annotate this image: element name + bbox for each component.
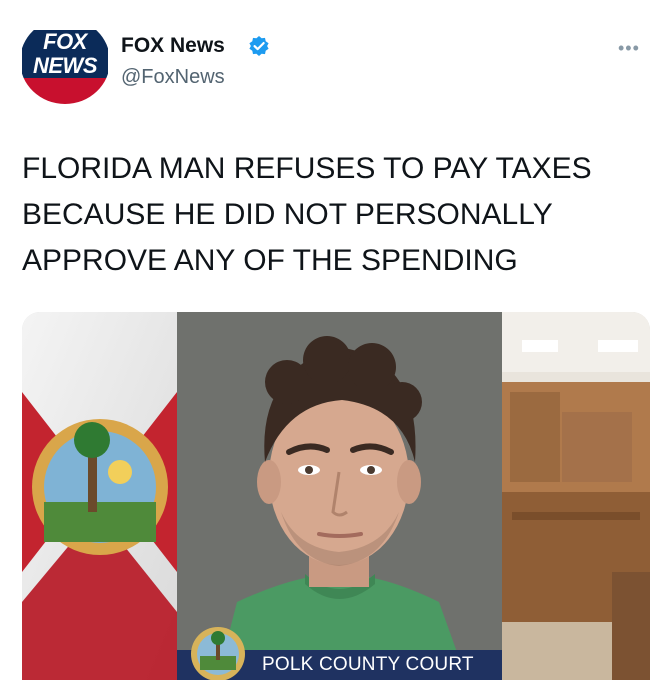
- headline-line: FLORIDA MAN REFUSES TO PAY TAXES: [22, 152, 592, 185]
- tweet-card[interactable]: FOX NEWS FOX News @FoxNews ••• FLORIDA M…: [0, 0, 665, 680]
- author-name[interactable]: FOX News: [121, 34, 225, 58]
- fox-news-avatar[interactable]: FOX NEWS: [20, 18, 110, 104]
- author-handle[interactable]: @FoxNews: [121, 66, 225, 89]
- more-options-icon[interactable]: •••: [618, 38, 640, 59]
- courtroom-image: [502, 312, 650, 680]
- fox-news-logo-icon: FOX NEWS: [22, 30, 108, 78]
- logo-red-band: [20, 78, 110, 104]
- mugshot-image: [177, 312, 502, 680]
- logo-line-fox: FOX: [22, 30, 108, 54]
- verified-badge-icon: [249, 36, 269, 56]
- florida-flag-image: [22, 312, 177, 680]
- county-seal-icon: [191, 627, 245, 680]
- tweet-media-image[interactable]: POLK COUNTY COURT: [22, 312, 650, 680]
- logo-line-news: NEWS: [22, 54, 108, 78]
- headline-line: BECAUSE HE DID NOT PERSONALLY: [22, 198, 553, 231]
- tweet-text: FLORIDA MAN REFUSES TO PAY TAXES BECAUSE…: [22, 146, 662, 284]
- media-caption: POLK COUNTY COURT: [262, 654, 474, 675]
- headline-line: APPROVE ANY OF THE SPENDING: [22, 244, 518, 277]
